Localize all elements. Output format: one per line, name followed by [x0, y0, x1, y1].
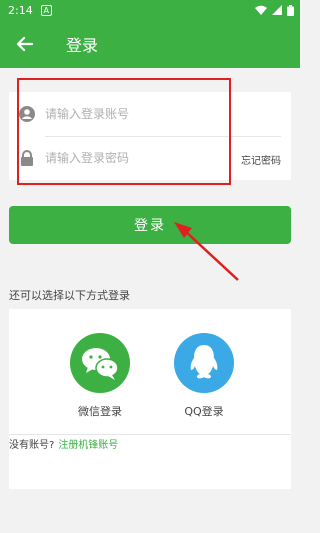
register-link[interactable]: 注册机锋账号: [58, 440, 118, 451]
wifi-icon: [255, 5, 267, 15]
forgot-password-link[interactable]: 忘记密码: [241, 152, 281, 167]
login-form-card: 忘记密码: [9, 92, 291, 180]
page-title: 登录: [66, 36, 99, 55]
register-row: 没有账号? 注册机锋账号: [9, 436, 118, 451]
notification-icon: A: [40, 4, 52, 16]
arrow-left-icon: [16, 36, 33, 52]
account-field-row: [9, 92, 291, 136]
status-bar: 2:14 A: [0, 0, 300, 20]
status-indicators: [255, 4, 294, 16]
wechat-icon: [70, 333, 130, 393]
alt-login-card: 微信登录 QQ登录 没有账号? 注册机锋账号: [9, 309, 291, 489]
login-button[interactable]: 登录: [9, 206, 291, 244]
back-button[interactable]: [0, 20, 48, 68]
lock-icon: [9, 150, 45, 166]
qq-login-button[interactable]: QQ登录: [169, 333, 239, 419]
alt-divider: [9, 434, 291, 435]
app-bar: 登录: [0, 20, 300, 68]
qq-login-label: QQ登录: [184, 405, 224, 418]
battery-icon: [287, 4, 294, 16]
status-time: 2:14: [8, 3, 33, 17]
user-icon: [9, 106, 45, 122]
password-input[interactable]: [45, 151, 215, 165]
wechat-login-button[interactable]: 微信登录: [65, 333, 135, 419]
register-prompt: 没有账号?: [9, 440, 55, 451]
qq-penguin-icon: [174, 333, 234, 393]
account-input[interactable]: [45, 107, 215, 121]
alt-login-title: 还可以选择以下方式登录: [9, 289, 130, 302]
wechat-login-label: 微信登录: [78, 405, 122, 418]
signal-icon: [272, 5, 282, 15]
